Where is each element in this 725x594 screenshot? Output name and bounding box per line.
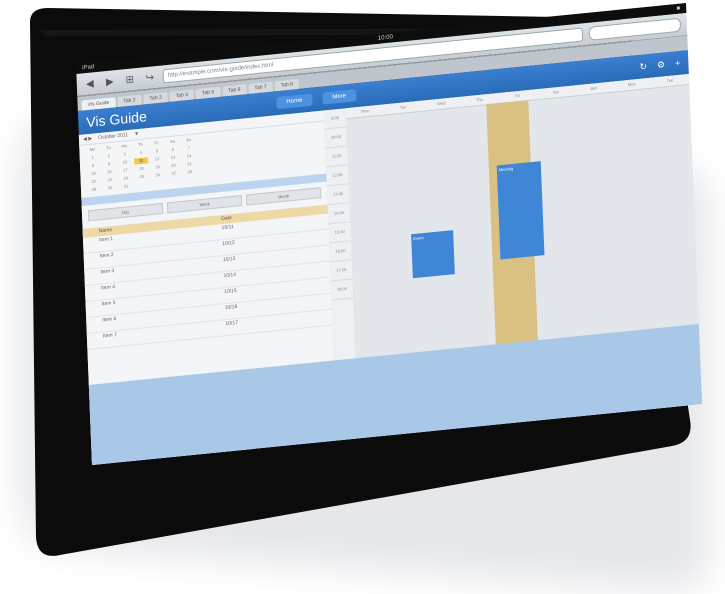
time-slot-label: 10:00	[324, 127, 348, 149]
time-slot-label: 17:00	[329, 260, 353, 282]
calendar-day[interactable]: 29	[87, 186, 101, 193]
calendar-day[interactable]: 23	[103, 176, 117, 183]
time-slot-label: 12:00	[326, 165, 349, 187]
time-slot-label: 13:00	[326, 184, 350, 206]
calendar-day[interactable]: 20	[166, 162, 180, 169]
calendar-day[interactable]: 14	[182, 152, 196, 159]
calendar-day[interactable]: 8	[86, 162, 100, 169]
calendar-day[interactable]: 4	[134, 149, 148, 156]
calendar-month: October 2011	[98, 132, 129, 142]
calendar-day[interactable]: 26	[151, 172, 165, 179]
calendar-nav[interactable]: ◀ ▶	[83, 136, 92, 143]
month-button[interactable]: Month	[245, 187, 322, 206]
calendar-day[interactable]: 5	[150, 148, 164, 155]
calendar-day[interactable]: Tu	[101, 144, 115, 151]
time-slot-label: 18:00	[330, 279, 354, 301]
event-title: Meeting	[498, 165, 514, 173]
calendar-day[interactable]: 12	[150, 156, 164, 163]
status-carrier: iPad	[82, 64, 95, 72]
share-icon[interactable]: ↪	[143, 72, 157, 84]
calendar-day[interactable]: Su	[181, 136, 195, 143]
plus-icon[interactable]: +	[675, 58, 681, 69]
calendar-day[interactable]: 30	[103, 184, 117, 191]
forward-button[interactable]: ▶	[103, 76, 117, 88]
calendar-day[interactable]: 7	[182, 144, 196, 151]
calendar-day[interactable]	[151, 180, 165, 187]
settings-icon[interactable]: ⚙	[657, 59, 666, 71]
calendar-day[interactable]: 21	[182, 160, 196, 167]
calendar-day[interactable]: 2	[102, 152, 116, 159]
calendar-day[interactable]: 28	[183, 168, 197, 175]
home-button[interactable]: Home	[276, 93, 313, 110]
event-block[interactable]: Meeting	[496, 161, 545, 260]
item-table: Item 1 10/11 Item 2 10/12 Item 3 10/13 Item 41…	[82, 213, 333, 350]
back-button[interactable]: ◀	[83, 78, 97, 90]
more-button[interactable]: More	[322, 89, 357, 105]
calendar-day[interactable]: 1	[86, 154, 100, 161]
calendar-day[interactable]: Fr	[149, 140, 163, 147]
time-slot-label: 15:00	[328, 222, 352, 244]
calendar-day[interactable]: 22	[87, 178, 101, 185]
calendar-day[interactable]: 11	[134, 157, 149, 165]
calendar-day[interactable]: 9	[102, 160, 116, 167]
calendar-day[interactable]: Th	[133, 141, 147, 148]
app-viewport: iPad 10:00 ■ ◀ ▶ ⊞ ↪ http://example.com/…	[76, 3, 704, 514]
calendar-day[interactable]: 3	[118, 151, 132, 158]
week-button[interactable]: Week	[166, 195, 243, 214]
calendar-day[interactable]	[135, 181, 149, 188]
calendar-day[interactable]: Mo	[85, 146, 99, 153]
screen: iPad 10:00 ■ ◀ ▶ ⊞ ↪ http://example.com/…	[0, 0, 725, 585]
calendar-day[interactable]	[183, 176, 197, 183]
calendar-day[interactable]: We	[117, 143, 131, 150]
calendar-day[interactable]: Sa	[165, 138, 179, 145]
time-slot-label: 11:00	[325, 146, 349, 168]
chevron-down-icon[interactable]: ▼	[134, 131, 139, 137]
calendar-day[interactable]: 10	[118, 159, 132, 166]
event-block[interactable]: Event	[411, 230, 455, 279]
battery-icon: ■	[676, 5, 681, 12]
time-slot-label: 16:00	[329, 241, 352, 263]
app-content: ◀ ▶ October 2011 ▼ Mo Tu We Th Fr Sa Su 1 2 3 4 5 6 7…	[78, 74, 703, 466]
calendar-day[interactable]: 16	[102, 168, 116, 175]
calendar-day[interactable]: 31	[119, 183, 133, 190]
calendar-day[interactable]: 13	[166, 154, 180, 161]
calendar-day[interactable]: 24	[119, 175, 133, 182]
calendar-day[interactable]: 18	[134, 165, 148, 172]
calendar-day[interactable]: 6	[166, 146, 180, 153]
time-slot-label: 14:00	[327, 203, 351, 225]
status-time: 10:00	[377, 34, 394, 42]
calendar-day[interactable]: 15	[86, 170, 100, 177]
calendar-day[interactable]: 17	[118, 167, 132, 174]
calendar-day[interactable]: 19	[150, 164, 164, 171]
event-title: Event	[413, 235, 424, 242]
calendar-day[interactable]	[167, 178, 181, 185]
day-button[interactable]: Day	[87, 202, 164, 222]
calendar-day[interactable]: 27	[167, 170, 181, 177]
bookmarks-icon[interactable]: ⊞	[123, 74, 137, 86]
calendar-day[interactable]: 25	[135, 173, 149, 180]
refresh-icon[interactable]: ↻	[639, 61, 647, 73]
time-slot-label: 9:00	[323, 108, 347, 130]
